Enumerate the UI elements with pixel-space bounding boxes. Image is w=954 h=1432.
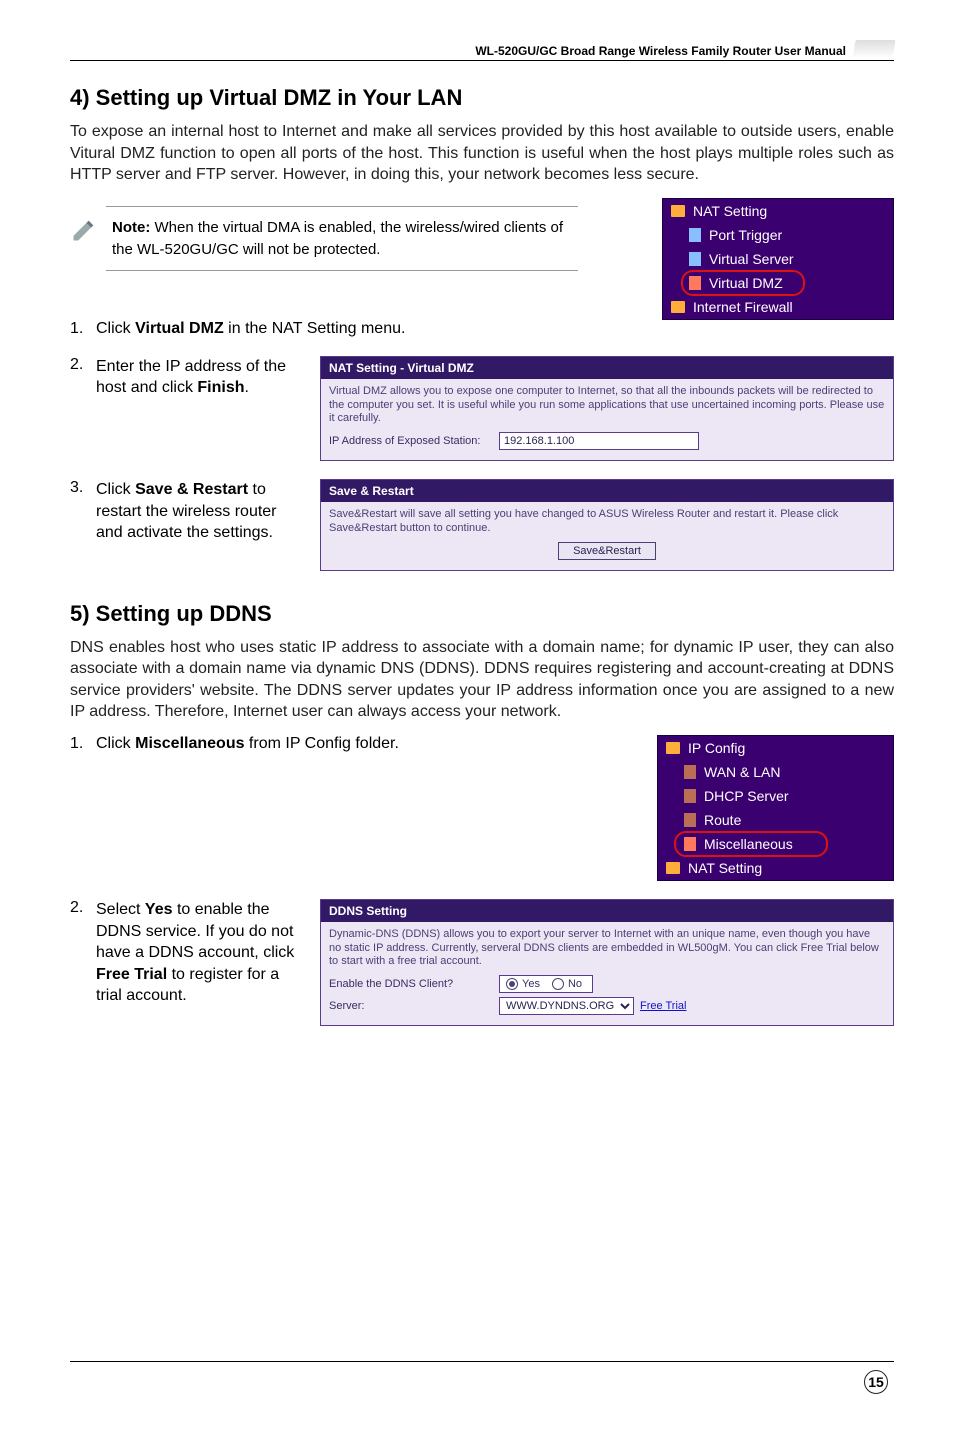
- router-icon: [852, 40, 895, 58]
- section5-heading: 5) Setting up DDNS: [70, 601, 894, 627]
- save-panel-title: Save & Restart: [321, 480, 893, 502]
- save-restart-panel: Save & Restart Save&Restart will save al…: [320, 479, 894, 571]
- save-restart-button[interactable]: Save&Restart: [558, 542, 656, 560]
- doc-icon: [684, 789, 696, 803]
- highlight-circle: [674, 831, 828, 857]
- folder-icon: [671, 205, 685, 217]
- doc-icon: [684, 813, 696, 827]
- nat-menu-root[interactable]: NAT Setting: [663, 199, 893, 223]
- step2-text: Select Yes to enable the DDNS service. I…: [96, 899, 306, 1007]
- section4-heading: 4) Setting up Virtual DMZ in Your LAN: [70, 85, 894, 111]
- pencil-icon: [70, 216, 98, 244]
- dmz-panel-desc: Virtual DMZ allows you to expose one com…: [329, 385, 885, 426]
- ipmenu-route[interactable]: Route: [658, 808, 893, 832]
- ddns-desc: Dynamic-DNS (DDNS) allows you to export …: [329, 928, 885, 969]
- radio-yes[interactable]: [506, 978, 518, 990]
- section5-steps: Click Miscellaneous from IP Config folde…: [70, 735, 894, 1026]
- nat-setting-menu: NAT Setting Port Trigger Virtual Server …: [662, 198, 894, 320]
- nat-menu-virtual-server[interactable]: Virtual Server: [663, 247, 893, 271]
- nat-menu-port-trigger[interactable]: Port Trigger: [663, 223, 893, 247]
- ipmenu-root[interactable]: IP Config: [658, 736, 893, 760]
- ipmenu-dhcp[interactable]: DHCP Server: [658, 784, 893, 808]
- ddns-enable-radio-group: Yes No: [499, 975, 593, 993]
- step3-text: Click Save & Restart to restart the wire…: [96, 479, 306, 544]
- ddns-enable-label: Enable the DDNS Client?: [329, 978, 499, 990]
- section4-intro: To expose an internal host to Internet a…: [70, 121, 894, 186]
- ipmenu-nat[interactable]: NAT Setting: [658, 856, 893, 880]
- nat-menu-virtual-dmz[interactable]: Virtual DMZ: [663, 271, 893, 295]
- ddns-server-label: Server:: [329, 1000, 499, 1012]
- ddns-title: DDNS Setting: [321, 900, 893, 922]
- ddns-server-select[interactable]: WWW.DYNDNS.ORG: [499, 997, 634, 1015]
- ipmenu-misc[interactable]: Miscellaneous: [658, 832, 893, 856]
- radio-no[interactable]: [552, 978, 564, 990]
- page-number: 15: [864, 1370, 888, 1394]
- virtual-dmz-panel: NAT Setting - Virtual DMZ Virtual DMZ al…: [320, 356, 894, 461]
- ip-config-menu: IP Config WAN & LAN DHCP Server Route Mi…: [657, 735, 894, 881]
- section4-step1: Click Virtual DMZ in the NAT Setting men…: [70, 320, 894, 338]
- free-trial-link[interactable]: Free Trial: [640, 1000, 686, 1012]
- save-panel-desc: Save&Restart will save all setting you h…: [329, 508, 885, 536]
- section4-step3: Click Save & Restart to restart the wire…: [70, 479, 894, 571]
- dmz-ip-input[interactable]: [499, 432, 699, 450]
- folder-icon: [666, 742, 680, 754]
- section4-steps: Click Virtual DMZ in the NAT Setting men…: [70, 320, 894, 571]
- nat-menu-firewall[interactable]: Internet Firewall: [663, 295, 893, 319]
- note-box: Note: When the virtual DMA is enabled, t…: [106, 206, 578, 272]
- page: WL-520GU/GC Broad Range Wireless Family …: [0, 0, 954, 1432]
- doc-icon: [689, 252, 701, 266]
- dmz-panel-title: NAT Setting - Virtual DMZ: [321, 357, 893, 379]
- highlight-circle: [681, 270, 805, 296]
- doc-icon: [684, 765, 696, 779]
- note-text: When the virtual DMA is enabled, the wir…: [112, 219, 563, 258]
- doc-icon: [689, 228, 701, 242]
- ipmenu-wanlan[interactable]: WAN & LAN: [658, 760, 893, 784]
- ddns-panel: DDNS Setting Dynamic-DNS (DDNS) allows y…: [320, 899, 894, 1026]
- header-title: WL-520GU/GC Broad Range Wireless Family …: [475, 44, 846, 58]
- section4-step2: Enter the IP address of the host and cli…: [70, 356, 894, 461]
- page-header: WL-520GU/GC Broad Range Wireless Family …: [70, 40, 894, 61]
- folder-icon: [671, 301, 685, 313]
- note-bold: Note:: [112, 219, 150, 236]
- section5-step1: Click Miscellaneous from IP Config folde…: [70, 735, 894, 881]
- folder-icon: [666, 862, 680, 874]
- step2-text: Enter the IP address of the host and cli…: [96, 356, 306, 399]
- section5-step2: Select Yes to enable the DDNS service. I…: [70, 899, 894, 1026]
- section5-intro: DNS enables host who uses static IP addr…: [70, 637, 894, 723]
- footer-rule: [70, 1361, 894, 1362]
- dmz-ip-label: IP Address of Exposed Station:: [329, 435, 499, 447]
